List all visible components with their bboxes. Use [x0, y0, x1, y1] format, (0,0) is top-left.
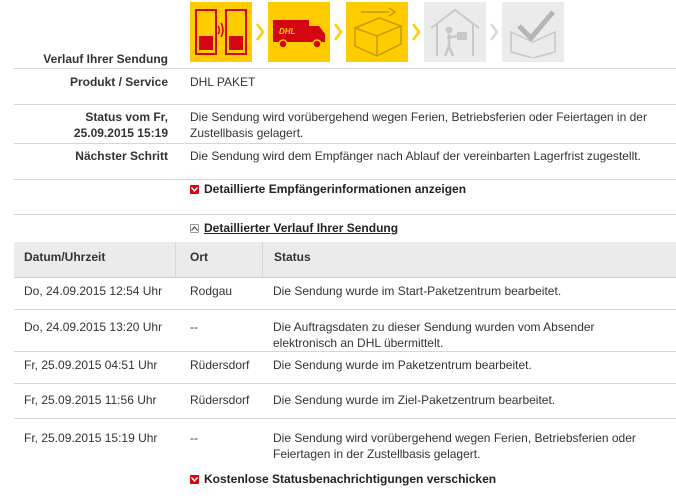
table-row-divider: [14, 351, 676, 352]
table-row-divider: [14, 418, 676, 419]
table-row-date: Do, 24.09.2015 12:54 Uhr: [24, 284, 163, 298]
step-transport: DHL: [268, 2, 330, 62]
chevron-right-icon: [330, 2, 346, 62]
step-delivery: [424, 2, 486, 62]
table-row-status: Die Sendung wurde im Ziel-Paketzentrum b…: [273, 393, 556, 407]
divider: [14, 179, 676, 180]
truck-icon: DHL: [273, 20, 325, 49]
column-status: Status: [274, 250, 311, 264]
status-label-line1: Status vom Fr,: [85, 110, 168, 124]
step-delivered: [502, 2, 564, 62]
table-row-place: Rüdersdorf: [190, 393, 250, 407]
table-row-divider: [14, 383, 676, 384]
table-row-divider: [14, 309, 676, 310]
expand-icon: [190, 474, 199, 484]
product-value: DHL PAKET: [190, 75, 256, 89]
table-row-place: --: [190, 320, 198, 334]
next-step-value: Die Sendung wird dem Empfänger nach Abla…: [190, 149, 641, 163]
step-package-center: [346, 2, 408, 62]
collapse-icon: [190, 223, 199, 233]
history-toggle[interactable]: Detaillierter Verlauf Ihrer Sendung: [190, 221, 398, 235]
table-row-date: Fr, 25.09.2015 11:56 Uhr: [24, 393, 157, 407]
package-icon: [352, 7, 404, 58]
table-row-status: Die Sendung wurde im Paketzentrum bearbe…: [273, 358, 532, 372]
step-drop-off: [190, 2, 252, 62]
divider: [14, 214, 676, 215]
history-table-header: Datum/Uhrzeit Ort Status: [14, 242, 676, 278]
expand-icon: [190, 184, 199, 194]
table-row-date: Fr, 25.09.2015 15:19 Uhr: [24, 431, 158, 445]
table-row-status: Die Auftragsdaten zu dieser Sendung wurd…: [273, 320, 595, 350]
table-row-place: --: [190, 431, 198, 445]
chevron-right-icon: [252, 2, 268, 62]
divider: [14, 143, 676, 144]
drop-off-icon: [195, 9, 247, 55]
column-separator: [262, 242, 263, 278]
status-label: Status vom Fr, 25.09.2015 15:19: [0, 109, 168, 141]
chevron-right-icon: [408, 2, 424, 62]
table-row-date: Do, 24.09.2015 13:20 Uhr: [24, 320, 163, 334]
progress-label: Verlauf Ihrer Sendung: [43, 52, 168, 66]
table-row-date: Fr, 25.09.2015 04:51 Uhr: [24, 358, 158, 372]
table-row-place: Rüdersdorf: [190, 358, 250, 372]
column-place: Ort: [190, 250, 208, 264]
shipment-progress: DHL: [190, 0, 564, 64]
notifications-toggle-label: Kostenlose Statusbenachrichtigungen vers…: [204, 472, 497, 486]
table-row-status: Die Sendung wird vorübergehend wegen Fer…: [273, 431, 636, 461]
recipient-info-toggle-label: Detaillierte Empfängerinformationen anze…: [204, 182, 467, 196]
history-toggle-label: Detaillierter Verlauf Ihrer Sendung: [204, 221, 399, 235]
divider: [14, 104, 676, 105]
svg-text:DHL: DHL: [279, 27, 296, 36]
table-row-status: Die Sendung wurde im Start-Paketzentrum …: [273, 284, 562, 298]
delivery-person-icon: [430, 8, 480, 57]
notifications-toggle[interactable]: Kostenlose Statusbenachrichtigungen vers…: [190, 472, 496, 486]
product-label: Produkt / Service: [69, 75, 168, 89]
table-row-place: Rodgau: [190, 284, 233, 298]
status-value: Die Sendung wird vorübergehend wegen Fer…: [190, 110, 647, 140]
column-date: Datum/Uhrzeit: [24, 250, 106, 264]
status-label-timestamp: 25.09.2015 15:19: [73, 126, 168, 140]
next-step-label: Nächster Schritt: [75, 149, 168, 163]
chevron-right-icon: [486, 2, 502, 62]
column-separator: [175, 242, 176, 278]
recipient-info-toggle[interactable]: Detaillierte Empfängerinformationen anze…: [190, 182, 466, 196]
delivered-check-icon: [510, 10, 556, 58]
divider: [14, 68, 676, 69]
